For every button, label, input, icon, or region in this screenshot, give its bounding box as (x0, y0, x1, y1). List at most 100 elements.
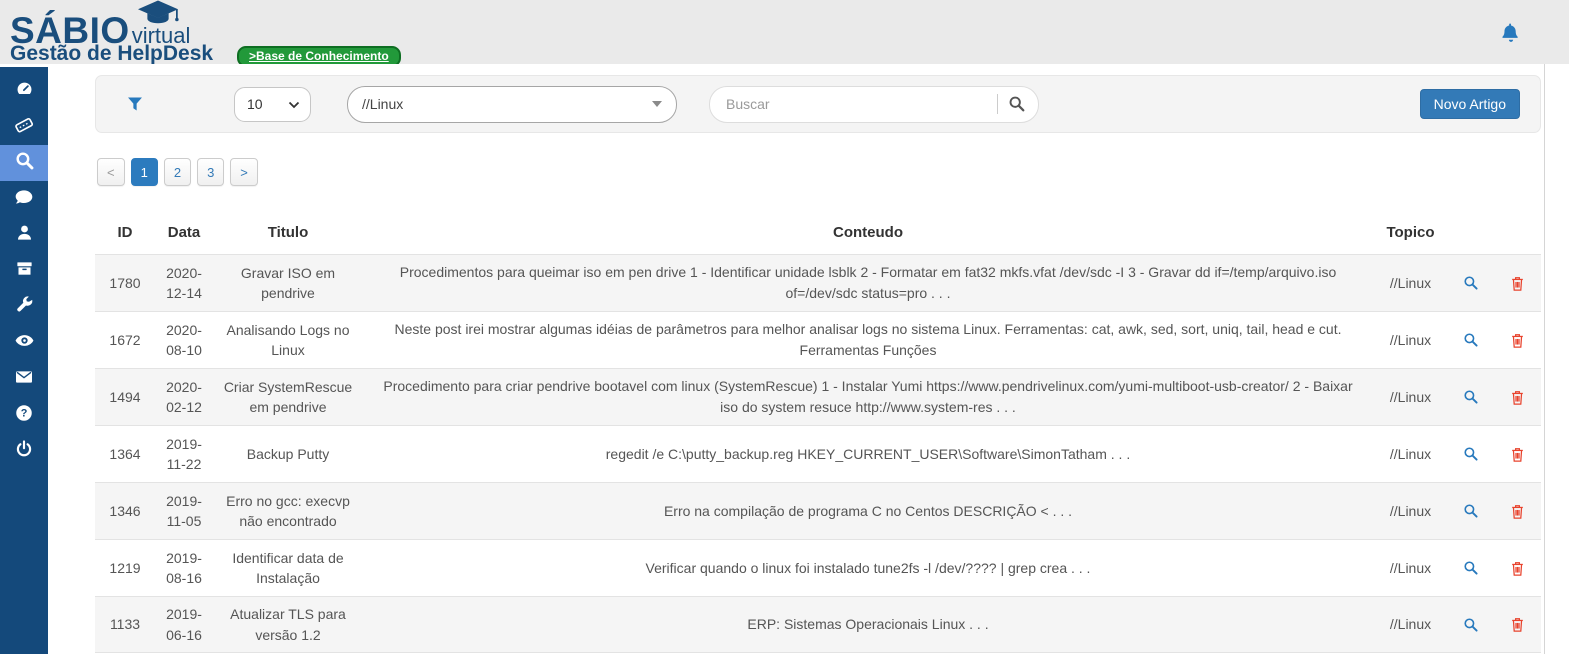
delete-article-icon[interactable] (1493, 446, 1541, 463)
sidebar-item-tools[interactable] (0, 289, 48, 325)
table-body: 1780 2020-12-14 Gravar ISO em pendrive P… (95, 254, 1541, 653)
archive-box-icon (15, 259, 34, 283)
article-content: Neste post irei mostrar algumas idéias d… (394, 321, 1342, 358)
svg-text:?: ? (21, 407, 28, 419)
view-article-icon[interactable] (1448, 617, 1493, 633)
column-header-titulo: Titulo (267, 224, 309, 241)
sidebar-item-comments[interactable] (0, 181, 48, 217)
view-article-icon[interactable] (1448, 389, 1493, 405)
table-row: 1494 2020-02-12 Criar SystemRescue em pe… (95, 368, 1541, 425)
new-article-button[interactable]: Novo Artigo (1419, 89, 1520, 119)
article-title: Identificar data de Instalação (232, 549, 344, 586)
article-topic: //Linux (1389, 616, 1432, 633)
sidebar-item-dashboard[interactable] (0, 73, 48, 109)
article-date: 2020-02-12 (166, 378, 202, 415)
ticket-icon (14, 115, 34, 140)
sidebar-item-mail[interactable] (0, 361, 48, 397)
article-topic: //Linux (1389, 388, 1432, 405)
article-topic: //Linux (1389, 331, 1432, 348)
pagination: < 1 2 3 > (97, 158, 258, 186)
app-logo: SÁBIO virtual Gestão de HelpDesk (10, 0, 213, 64)
sidebar-item-monitor[interactable] (0, 325, 48, 361)
pagination-page-1-button[interactable]: 1 (130, 158, 158, 186)
filter-toolbar: 10 //Linux Novo Artigo (95, 75, 1541, 133)
delete-article-icon[interactable] (1493, 389, 1541, 406)
pagination-page-2-button[interactable]: 2 (163, 158, 192, 186)
question-circle-icon: ? (14, 403, 34, 428)
pagination-next-button[interactable]: > (230, 158, 258, 186)
column-header-conteudo: Conteudo (833, 224, 903, 241)
delete-article-icon[interactable] (1493, 503, 1541, 520)
article-topic: //Linux (1389, 502, 1432, 519)
table-row: 1364 2019-11-22 Backup Putty regedit /e … (95, 425, 1541, 482)
table-header-row: ID Data Titulo Conteudo Topico (95, 212, 1541, 254)
view-article-icon[interactable] (1448, 446, 1493, 462)
sidebar-item-tickets[interactable] (0, 109, 48, 145)
article-content: Verificar quando o linux foi instalado t… (645, 559, 1091, 576)
pagination-page-3-button[interactable]: 3 (197, 158, 225, 186)
power-icon (14, 439, 34, 464)
eye-icon (14, 330, 35, 356)
search-icon (14, 150, 35, 176)
delete-article-icon[interactable] (1493, 332, 1541, 349)
article-id: 1672 (109, 331, 141, 348)
column-header-topico: Topico (1386, 224, 1435, 241)
page-size-select[interactable]: 10 (234, 86, 311, 122)
user-icon (15, 223, 34, 247)
search-input[interactable] (724, 95, 991, 113)
main-content: 10 //Linux Novo Artigo < 1 2 3 (48, 64, 1545, 654)
article-date: 2019-11-05 (166, 492, 202, 529)
filter-funnel-icon[interactable] (126, 95, 144, 113)
article-title: Erro no gcc: execvp não encontrado (226, 492, 350, 529)
view-article-icon[interactable] (1448, 560, 1493, 576)
article-id: 1219 (109, 559, 141, 576)
wrench-icon (15, 295, 34, 319)
delete-article-icon[interactable] (1493, 560, 1541, 577)
article-date: 2020-12-14 (166, 264, 202, 301)
article-title: Analisando Logs no Linux (226, 321, 350, 358)
column-header-data: Data (167, 224, 201, 241)
article-topic: //Linux (1389, 445, 1432, 462)
delete-article-icon[interactable] (1493, 275, 1541, 292)
article-id: 1133 (109, 616, 141, 633)
article-id: 1346 (109, 502, 141, 519)
delete-article-icon[interactable] (1493, 616, 1541, 633)
article-date: 2020-08-10 (166, 321, 202, 358)
table-row: 1219 2019-08-16 Identificar data de Inst… (95, 539, 1541, 596)
sidebar-item-users[interactable] (0, 217, 48, 253)
article-title: Atualizar TLS para versão 1.2 (230, 606, 346, 643)
sidebar-item-help[interactable]: ? (0, 397, 48, 433)
view-article-icon[interactable] (1448, 275, 1493, 291)
article-topic: //Linux (1389, 559, 1432, 576)
sidebar-item-knowledge-search[interactable] (0, 145, 48, 181)
article-content: Procedimento para criar pendrive bootave… (383, 378, 1353, 415)
envelope-icon (14, 367, 34, 392)
column-header-id: ID (117, 224, 133, 241)
article-title: Criar SystemRescue em pendrive (223, 378, 353, 415)
sidebar-nav: ? (0, 67, 48, 654)
comment-icon (14, 187, 34, 212)
article-title: Gravar ISO em pendrive (240, 264, 336, 301)
pagination-prev-button[interactable]: < (97, 158, 125, 186)
sidebar-item-logout[interactable] (0, 433, 48, 469)
article-id: 1494 (109, 388, 141, 405)
graduation-cap-icon (134, 0, 182, 32)
search-submit-icon[interactable] (1008, 95, 1026, 113)
article-date: 2019-11-22 (166, 435, 202, 472)
sidebar-item-archive[interactable] (0, 253, 48, 289)
view-article-icon[interactable] (1448, 332, 1493, 348)
chevron-down-icon (288, 96, 300, 112)
article-date: 2019-08-16 (166, 549, 202, 586)
notifications-bell-icon[interactable] (1500, 21, 1522, 49)
view-article-icon[interactable] (1448, 503, 1493, 519)
article-content: Erro na compilação de programa C no Cent… (663, 502, 1073, 519)
table-row: 1780 2020-12-14 Gravar ISO em pendrive P… (95, 254, 1541, 311)
article-content: ERP: Sistemas Operacionais Linux . . . (747, 616, 989, 632)
topic-filter-select[interactable]: //Linux (347, 85, 677, 123)
table-row: 1672 2020-08-10 Analisando Logs no Linux… (95, 311, 1541, 368)
search-divider (997, 94, 998, 114)
table-row: 1133 2019-06-16 Atualizar TLS para versã… (95, 596, 1541, 653)
article-id: 1780 (109, 274, 141, 291)
article-title: Backup Putty (246, 445, 330, 462)
articles-table: ID Data Titulo Conteudo Topico 1780 2020… (95, 212, 1541, 653)
